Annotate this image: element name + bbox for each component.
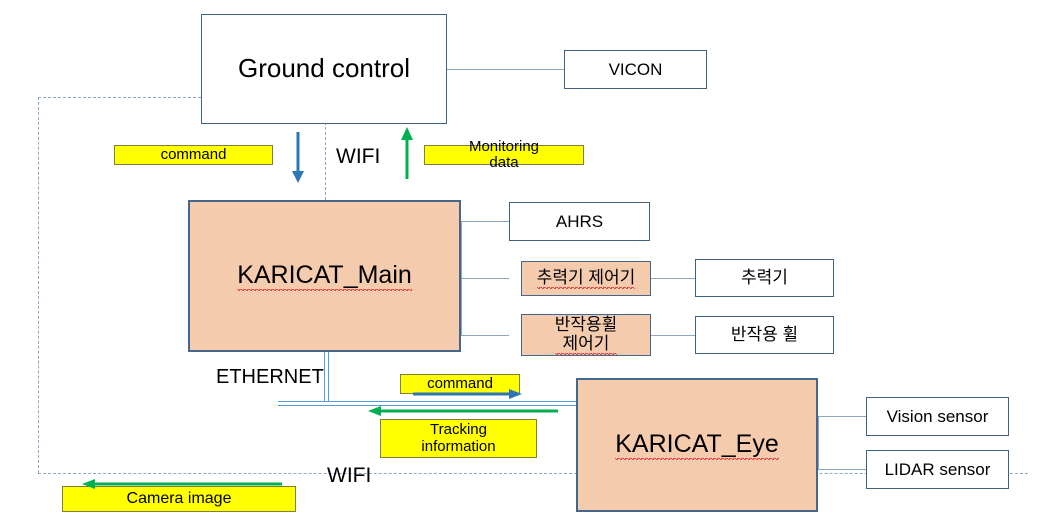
- connector-thruster-controller-thruster: [651, 278, 695, 279]
- node-karicat-eye-label: KARICAT_Eye: [615, 430, 779, 460]
- node-lidar-sensor[interactable]: LIDAR sensor: [866, 450, 1009, 489]
- node-ground-control[interactable]: Ground control: [201, 14, 447, 124]
- node-reaction-wheel-controller-label: 반작용휠 제어기: [554, 314, 618, 356]
- label-monitoring-data-text: Monitoring data: [468, 137, 540, 171]
- command-right-arrow: [413, 389, 522, 399]
- connector-main-thruster-controller: [461, 278, 509, 279]
- label-monitoring-data: Monitoring data: [424, 138, 584, 171]
- command-down-arrow: [292, 132, 304, 183]
- label-camera-image-text: Camera image: [126, 490, 232, 508]
- text-wifi-bottom-label: WIFI: [327, 464, 372, 487]
- node-vicon[interactable]: VICON: [564, 50, 707, 89]
- connector-ground-control-vicon: [447, 69, 564, 70]
- label-command-top-text: command: [160, 145, 227, 163]
- text-wifi-top-label: WIFI: [336, 145, 381, 168]
- node-karicat-main-label: KARICAT_Main: [237, 261, 412, 291]
- node-ahrs[interactable]: AHRS: [509, 202, 650, 241]
- camera-image-left-arrow: [82, 479, 282, 489]
- connector-main-reaction-wheel-controller: [461, 335, 509, 336]
- node-vision-sensor[interactable]: Vision sensor: [866, 397, 1009, 436]
- wifi-dashed-middle-segment: [325, 117, 326, 200]
- node-lidar-sensor-label: LIDAR sensor: [884, 459, 991, 479]
- text-wifi-bottom: WIFI: [327, 464, 371, 488]
- node-karicat-eye[interactable]: KARICAT_Eye: [576, 378, 818, 512]
- text-ethernet-label: ETHERNET: [216, 366, 324, 388]
- label-tracking-information-text: Tracking information: [421, 421, 496, 455]
- text-ethernet: ETHERNET: [216, 366, 324, 389]
- node-reaction-wheel-label: 반작용 휠: [730, 325, 799, 345]
- label-tracking-information: Tracking information: [380, 419, 537, 458]
- connector-reaction-wheel-controller-wheel: [651, 335, 695, 336]
- node-thruster[interactable]: 추력기: [695, 259, 834, 297]
- connector-eye-spine: [818, 416, 819, 469]
- node-thruster-controller[interactable]: 추력기 제어기: [521, 261, 651, 296]
- node-ahrs-label: AHRS: [555, 211, 604, 231]
- text-wifi-top: WIFI: [336, 145, 380, 169]
- node-reaction-wheel-controller[interactable]: 반작용휠 제어기: [521, 314, 651, 356]
- connector-eye-vision-sensor: [818, 416, 866, 417]
- ethernet-bus-vertical: [324, 352, 329, 406]
- node-thruster-controller-label: 추력기 제어기: [536, 267, 636, 290]
- node-vicon-label: VICON: [608, 59, 663, 79]
- diagram-canvas: Ground control VICON KARICAT_Main AHRS 추…: [0, 0, 1049, 525]
- node-thruster-label: 추력기: [741, 268, 788, 288]
- connector-main-ahrs: [461, 221, 509, 222]
- wifi-dashed-top-segment: [38, 97, 201, 98]
- node-vision-sensor-label: Vision sensor: [886, 406, 989, 426]
- node-reaction-wheel[interactable]: 반작용 휠: [695, 316, 834, 354]
- node-ground-control-label: Ground control: [238, 53, 410, 84]
- wifi-dashed-left-segment: [38, 97, 39, 473]
- connector-eye-lidar-sensor: [818, 469, 866, 470]
- monitoring-up-arrow: [401, 127, 413, 179]
- tracking-left-arrow: [368, 406, 558, 416]
- label-command-top: command: [114, 145, 273, 165]
- node-karicat-main[interactable]: KARICAT_Main: [188, 200, 461, 352]
- connector-main-spine: [461, 221, 462, 336]
